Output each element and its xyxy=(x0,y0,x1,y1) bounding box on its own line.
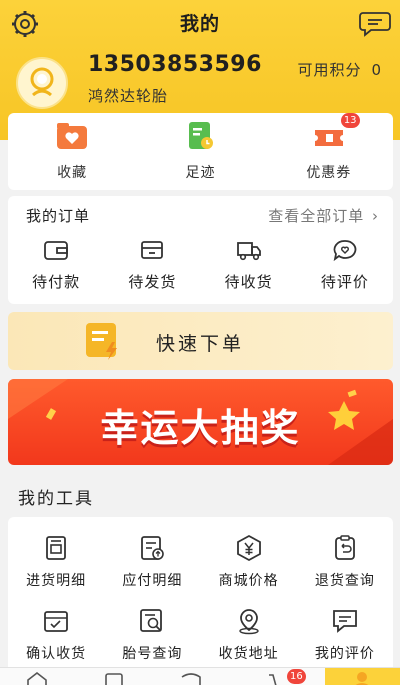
home-tab-icon[interactable] xyxy=(26,672,48,685)
review-icon xyxy=(332,610,357,633)
tool-purchase-detail[interactable]: 进货明细 xyxy=(8,534,104,590)
order-pending-receipt-label: 待收货 xyxy=(224,273,273,291)
coupons-label: 优惠券 xyxy=(306,165,352,181)
points-value: 0 xyxy=(371,61,382,79)
lucky-draw-banner[interactable]: 幸运大抽奖 xyxy=(8,379,393,465)
tool-confirm-receipt[interactable]: 确认收货 xyxy=(8,607,104,663)
user-phone: 13503853596 xyxy=(88,52,262,77)
footprint-icon xyxy=(189,122,214,149)
quick-order-banner[interactable]: 快速下单 xyxy=(8,312,393,370)
tool-tire-number-query-label: 胎号查询 xyxy=(122,646,183,662)
purchase-detail-icon xyxy=(46,536,67,560)
tool-mall-price-label: 商城价格 xyxy=(218,573,279,589)
footprint-button[interactable]: 足迹 xyxy=(150,121,250,182)
quick-actions-card: 收藏 足迹 13 优惠券 xyxy=(8,113,393,190)
box-icon xyxy=(141,241,164,259)
tool-my-reviews-label: 我的评价 xyxy=(314,646,375,662)
order-pending-payment-label: 待付款 xyxy=(32,273,81,291)
tire-search-icon xyxy=(140,609,163,632)
profile-tab-active[interactable] xyxy=(325,668,400,685)
location-icon xyxy=(238,609,259,635)
order-pending-payment[interactable]: 待付款 xyxy=(16,238,96,292)
return-icon xyxy=(334,535,355,560)
tool-return-query-label: 退货查询 xyxy=(314,573,375,589)
orders-card: 我的订单 查看全部订单 › 待付款 待发货 待收货 待评价 xyxy=(8,196,393,304)
footprint-label: 足迹 xyxy=(185,165,216,181)
order-pending-review-label: 待评价 xyxy=(320,273,369,291)
heart-folder-icon xyxy=(57,123,88,149)
coupon-icon xyxy=(314,130,343,146)
chevron-right-icon: › xyxy=(372,207,379,225)
quick-order-icon xyxy=(86,323,117,360)
bottom-tab-bar: 16 xyxy=(0,667,400,685)
tool-confirm-receipt-label: 确认收货 xyxy=(26,646,87,662)
order-pending-receipt[interactable]: 待收货 xyxy=(209,238,289,292)
shop-name: 鸿然达轮胎 xyxy=(88,87,169,105)
tool-my-reviews[interactable]: 我的评价 xyxy=(297,607,393,663)
order-pending-shipment-label: 待发货 xyxy=(128,273,177,291)
payable-detail-icon xyxy=(141,536,165,560)
category-tab-icon[interactable] xyxy=(103,672,125,685)
tool-mall-price[interactable]: 商城价格 xyxy=(201,534,297,590)
tool-return-query[interactable]: 退货查询 xyxy=(297,534,393,590)
tool-payable-detail-label: 应付明细 xyxy=(122,573,183,589)
price-icon xyxy=(236,534,261,562)
message-icon[interactable] xyxy=(359,9,391,37)
points-label: 可用积分 xyxy=(297,61,362,79)
order-pending-shipment[interactable]: 待发货 xyxy=(112,238,192,292)
tools-title: 我的工具 xyxy=(18,489,94,509)
tool-payable-detail[interactable]: 应付明细 xyxy=(104,534,200,590)
page-title: 我的 xyxy=(179,13,220,35)
tool-shipping-address[interactable]: 收货地址 xyxy=(201,607,297,663)
confirm-receipt-icon xyxy=(44,611,69,632)
comment-icon xyxy=(333,240,357,262)
favorites-button[interactable]: 收藏 xyxy=(22,121,122,182)
lucky-draw-label: 幸运大抽奖 xyxy=(100,406,301,450)
quick-order-label: 快速下单 xyxy=(156,333,245,355)
order-pending-review[interactable]: 待评价 xyxy=(305,238,385,292)
avatar-icon xyxy=(30,67,54,97)
tool-shipping-address-label: 收货地址 xyxy=(218,646,279,662)
tool-purchase-detail-label: 进货明细 xyxy=(26,573,87,589)
coupon-count-badge: 13 xyxy=(340,113,360,128)
discover-tab-icon[interactable] xyxy=(180,672,202,685)
coupons-button[interactable]: 13 优惠券 xyxy=(279,113,379,182)
tool-tire-number-query[interactable]: 胎号查询 xyxy=(104,607,200,663)
truck-icon xyxy=(236,242,261,261)
wallet-icon xyxy=(44,241,69,260)
view-all-orders-label: 查看全部订单 xyxy=(268,207,365,225)
view-all-orders-link[interactable]: 查看全部订单 › xyxy=(268,205,379,226)
tools-card: 进货明细 应付明细 商城价格 退货查询 确认收货 胎号查询 收货地址 我的评价 xyxy=(8,517,393,667)
orders-title: 我的订单 xyxy=(26,207,91,225)
profile-tab-icon xyxy=(355,672,369,685)
cart-count-badge: 16 xyxy=(287,669,306,684)
favorites-label: 收藏 xyxy=(57,165,88,181)
avatar[interactable] xyxy=(16,57,68,109)
points-display[interactable]: 可用积分 0 xyxy=(297,59,382,80)
